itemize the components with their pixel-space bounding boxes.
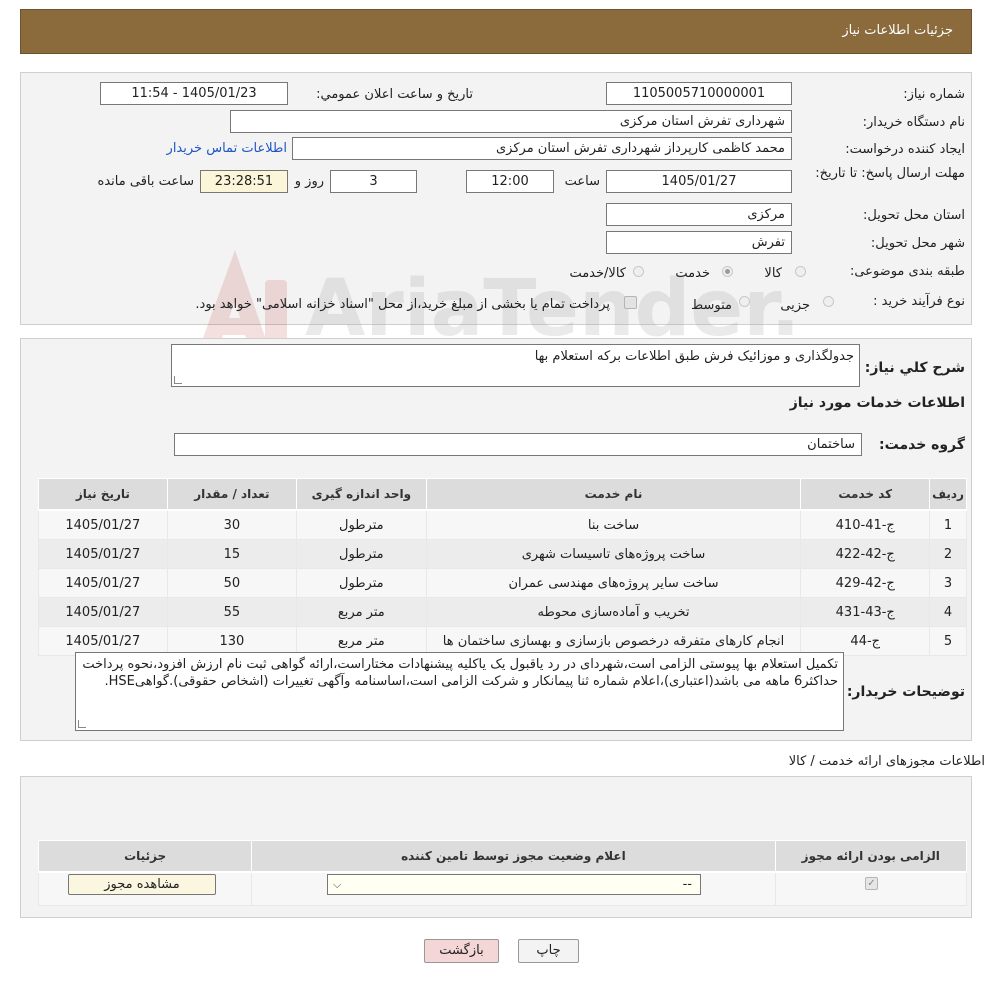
page-title: جزئیات اطلاعات نیاز — [842, 23, 953, 38]
service-group-label: گروه خدمت: — [879, 437, 965, 453]
category-radio-service[interactable] — [722, 266, 733, 277]
category-option-service: خدمت — [675, 266, 710, 281]
col-name: نام خدمت — [425, 478, 802, 511]
category-radio-goods[interactable] — [795, 266, 806, 277]
permits-title: اطلاعات مجوزهای ارائه خدمت / کالا — [788, 754, 985, 769]
back-button[interactable]: بازگشت — [424, 939, 499, 963]
category-radio-goods-service[interactable] — [633, 266, 644, 277]
remaining-time-field: 23:28:51 — [200, 170, 288, 193]
cell-code: ج-41-410 — [800, 509, 931, 540]
col-row: رديف — [929, 478, 967, 511]
announce-field: 1405/01/23 - 11:54 — [100, 82, 288, 105]
need-number-label: شماره نیاز: — [903, 87, 965, 102]
permits-table-header: الزامی بودن ارائه مجوز اعلام وضعیت مجوز … — [37, 840, 967, 873]
days-label: روز و — [294, 174, 324, 189]
deadline-time-field: 12:00 — [466, 170, 554, 193]
print-button[interactable]: چاپ — [518, 939, 579, 963]
col-date: تاریخ نیاز — [38, 478, 168, 511]
category-label: طبقه بندی موضوعی: — [849, 264, 965, 279]
buyer-notes-text: تکمیل استعلام بها پیوستی الزامی است،شهرد… — [82, 657, 838, 689]
cell-row: 2 — [929, 539, 967, 569]
cell-name: ساخت سایر پروژه‌های مهندسی عمران — [425, 568, 802, 598]
deadline-time-label: ساعت — [564, 174, 600, 189]
cell-unit: مترطول — [296, 539, 427, 569]
buyer-notes-label: توضيحات خريدار: — [846, 684, 965, 700]
page-header: جزئیات اطلاعات نیاز — [20, 9, 972, 54]
cell-date: 1405/01/27 — [38, 509, 168, 540]
need-number-field: 1105005710000001 — [606, 82, 792, 105]
cell-row: 4 — [929, 597, 967, 627]
city-label: شهر محل تحويل: — [870, 236, 965, 251]
creator-field: محمد کاظمی کارپرداز شهرداری تفرش استان م… — [292, 137, 792, 160]
process-option-medium: متوسط — [691, 298, 732, 313]
permit-required-checkbox: ✓ — [865, 877, 878, 890]
process-label: نوع فرآیند خرید : — [873, 294, 965, 309]
category-option-goods: کالا — [764, 266, 782, 281]
treasury-checkbox[interactable] — [624, 296, 637, 309]
city-field: تفرش — [606, 231, 792, 254]
cell-quantity: 55 — [166, 597, 298, 627]
cell-date: 1405/01/27 — [38, 597, 168, 627]
cell-name: تخریب و آماده‌سازی محوطه — [425, 597, 802, 627]
cell-quantity: 50 — [166, 568, 298, 598]
table-row: 2 ج-42-422 ساخت پروژه‌های تاسیسات شهری م… — [38, 539, 967, 569]
deadline-date-field: 1405/01/27 — [606, 170, 792, 193]
days-field: 3 — [330, 170, 417, 193]
view-permit-button[interactable]: مشاهده مجوز — [68, 874, 216, 895]
cell-code: ج-42-422 — [800, 539, 931, 569]
buyer-contact-link[interactable]: اطلاعات تماس خريدار — [167, 141, 287, 156]
cell-quantity: 15 — [166, 539, 298, 569]
services-title: اطلاعات خدمات مورد نياز — [789, 395, 965, 411]
summary-text: جدولگذاری و موزائیک فرش طبق اطلاعات برکه… — [534, 349, 854, 364]
col-code: کد خدمت — [800, 478, 931, 511]
col-unit: واحد اندازه گيری — [296, 478, 427, 511]
table-row: 1 ج-41-410 ساخت بنا مترطول 30 1405/01/27 — [38, 509, 967, 540]
services-table: رديف کد خدمت نام خدمت واحد اندازه گيری ت… — [38, 478, 967, 656]
cell-name: ساخت پروژه‌های تاسیسات شهری — [425, 539, 802, 569]
province-field: مرکزی — [606, 203, 792, 226]
buyer-notes-textarea: تکمیل استعلام بها پیوستی الزامی است،شهرد… — [75, 652, 844, 731]
deadline-label: مهلت ارسال پاسخ: تا تاریخ: — [815, 166, 965, 181]
services-table-header: رديف کد خدمت نام خدمت واحد اندازه گيری ت… — [38, 478, 967, 511]
resize-grip-icon[interactable] — [78, 720, 86, 728]
col-permit-status: اعلام وضعیت مجوز توسط تامین کننده — [251, 840, 776, 873]
permit-status-value: -- — [682, 877, 692, 892]
process-radio-medium[interactable] — [739, 296, 750, 307]
announce-label: تاریخ و ساعت اعلان عمومي: — [316, 87, 473, 102]
summary-textarea: جدولگذاری و موزائیک فرش طبق اطلاعات برکه… — [171, 344, 860, 387]
permits-table: الزامی بودن ارائه مجوز اعلام وضعیت مجوز … — [37, 840, 967, 906]
cell-row: 1 — [929, 509, 967, 540]
col-permit-required: الزامی بودن ارائه مجوز — [774, 840, 967, 873]
cell-quantity: 30 — [166, 509, 298, 540]
buyer-org-label: نام دستگاه خريدار: — [862, 115, 965, 130]
cell-row: 3 — [929, 568, 967, 598]
summary-label: شرح کلي نياز: — [864, 360, 965, 376]
cell-date: 1405/01/27 — [38, 539, 168, 569]
process-radio-minor[interactable] — [823, 296, 834, 307]
cell-code: ج-42-429 — [800, 568, 931, 598]
col-permit-details: جزئيات — [37, 840, 253, 873]
table-row: 4 ج-43-431 تخریب و آماده‌سازی محوطه متر … — [38, 597, 967, 627]
cell-row: 5 — [929, 626, 967, 656]
service-group-field: ساختمان — [174, 433, 862, 456]
process-option-minor: جزیی — [780, 298, 810, 313]
cell-code: ج-43-431 — [800, 597, 931, 627]
remaining-label: ساعت باقی مانده — [97, 174, 194, 189]
category-option-goods-service: کالا/خدمت — [569, 266, 626, 281]
province-label: استان محل تحويل: — [863, 208, 965, 223]
col-quantity: تعداد / مقدار — [166, 478, 298, 511]
creator-label: ايجاد کننده درخواست: — [845, 142, 965, 157]
cell-unit: مترطول — [296, 509, 427, 540]
cell-name: ساخت بنا — [425, 509, 802, 540]
cell-date: 1405/01/27 — [38, 568, 168, 598]
buyer-org-field: شهرداری تفرش استان مرکزی — [230, 110, 792, 133]
chevron-down-icon: ⌵ — [333, 878, 342, 891]
permit-status-select[interactable]: -- ⌵ — [327, 874, 701, 895]
treasury-note: پرداخت تمام یا بخشی از مبلغ خرید،از محل … — [195, 297, 610, 312]
cell-unit: متر مربع — [296, 597, 427, 627]
resize-grip-icon[interactable] — [174, 376, 182, 384]
table-row: 3 ج-42-429 ساخت سایر پروژه‌های مهندسی عم… — [38, 568, 967, 598]
cell-unit: مترطول — [296, 568, 427, 598]
